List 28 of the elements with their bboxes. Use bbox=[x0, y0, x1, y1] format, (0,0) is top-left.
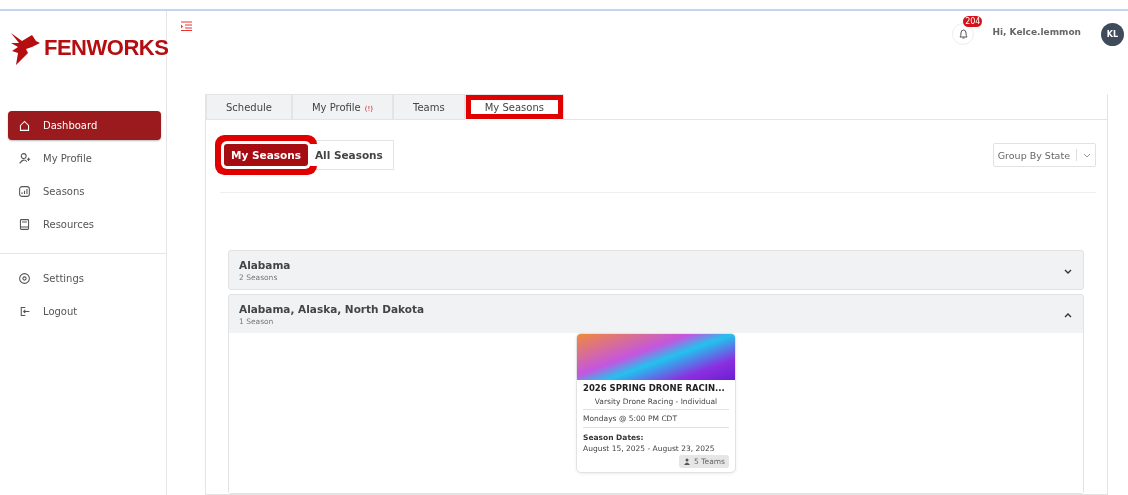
group-title: Alabama, Alaska, North Dakota bbox=[239, 303, 425, 315]
tab[interactable]: Schedule bbox=[206, 94, 292, 120]
user-add-icon bbox=[18, 152, 31, 165]
home-icon bbox=[18, 119, 31, 132]
sidebar-item[interactable]: My Profile bbox=[8, 144, 161, 173]
notification-count: 204 bbox=[963, 16, 983, 27]
sidebar-item[interactable]: Dashboard bbox=[8, 111, 161, 140]
group-title: Alabama bbox=[239, 259, 292, 271]
bell-icon bbox=[958, 29, 968, 39]
group-by-dropdown[interactable]: Group By State bbox=[992, 143, 1096, 167]
sidebar-item[interactable]: Seasons bbox=[8, 177, 161, 206]
people-icon bbox=[683, 457, 692, 465]
logout-icon bbox=[18, 305, 31, 318]
wolf-logo-icon bbox=[10, 31, 40, 65]
menu-icon[interactable] bbox=[181, 21, 192, 31]
sidebar-item[interactable]: Settings bbox=[8, 264, 161, 293]
tab[interactable]: My Seasons bbox=[464, 94, 564, 120]
logo-text: FENWORKS bbox=[44, 35, 169, 61]
chevron-down-icon bbox=[1083, 152, 1091, 158]
settings-icon bbox=[18, 272, 31, 285]
user-avatar[interactable]: KL bbox=[1101, 23, 1124, 46]
season-title: 2026 SPRING DRONE RACIN... bbox=[583, 383, 725, 395]
book-icon bbox=[18, 218, 31, 231]
sidebar-item[interactable]: Logout bbox=[8, 297, 161, 326]
tab[interactable]: Teams bbox=[393, 94, 465, 120]
chart-icon bbox=[18, 185, 31, 198]
sidebar-item[interactable]: Resources bbox=[8, 210, 161, 239]
user-greeting: Hi, Kelce.lemmon bbox=[992, 27, 1081, 37]
